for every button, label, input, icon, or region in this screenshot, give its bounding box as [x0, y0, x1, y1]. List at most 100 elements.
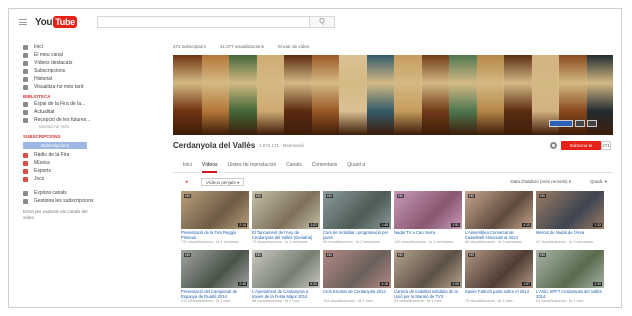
menu-icon[interactable]	[19, 19, 27, 25]
tab-0[interactable]: Inici	[183, 159, 192, 173]
tab-5[interactable]: Quant a	[347, 159, 365, 173]
video-thumbnail[interactable]: HD 2:39	[536, 250, 604, 288]
video-title[interactable]: L'Ajuntament de Cerdanyola a través de l…	[252, 289, 320, 299]
video-card[interactable]: HD 1:33 Mercat de Nadal de l'Àrea 47 visual…	[536, 191, 604, 247]
duration-badge: 3:02	[309, 223, 318, 227]
video-card[interactable]: HD 2:51 Nadal TV a Can Serra 120 visualitza…	[394, 191, 462, 247]
channel-links: 271 subscriptors 41.077 visualitzacions En…	[173, 37, 613, 55]
search-input[interactable]	[97, 16, 319, 28]
guide-item-label: Ràdio de la Fira	[34, 152, 70, 158]
video-thumbnail[interactable]: HD 3:18	[323, 250, 391, 288]
video-card[interactable]: HD 2:45 Presentació del Campionat de Espan…	[181, 250, 249, 306]
gear-icon[interactable]	[550, 142, 557, 149]
channel-icon	[23, 168, 28, 174]
video-title[interactable]: Nadal TV a Can Serra	[394, 230, 462, 240]
banner-panel	[200, 55, 229, 135]
uploads-dropdown[interactable]: Vídeos penjats ▾	[201, 178, 245, 186]
channel-icon	[23, 152, 28, 158]
guide-item[interactable]: Recepció de les futures...	[9, 116, 101, 124]
tab-2[interactable]: Llistes de reproducció	[227, 159, 276, 173]
tab-3[interactable]: Canals	[286, 159, 302, 173]
video-title[interactable]: Presentació del Campionat de Espanya de …	[181, 289, 249, 299]
channel-tabs: Inici Vídeos Llistes de reproducció Canals C…	[173, 159, 613, 173]
guide-item[interactable]: Subscripcions	[9, 67, 101, 75]
channel-page: 271 subscriptors 41.077 visualitzacions En…	[173, 37, 613, 307]
video-card[interactable]: HD 2:14 Presentació de la Fira Reggio Piri…	[181, 191, 249, 247]
guide-item[interactable]: Gestiona les subscripcions	[9, 197, 101, 205]
video-thumbnail[interactable]: HD 1:48	[323, 191, 391, 229]
guide-item[interactable]: Vídeos destacats	[9, 59, 101, 67]
tab-1[interactable]: Vídeos	[201, 159, 218, 173]
video-card[interactable]: HD 2:06 Carrera de mobilitat solidària de …	[394, 250, 462, 306]
video-title[interactable]: L'Antic SPFT Cerdanyola del Vallès 2014	[536, 289, 604, 299]
history-icon	[23, 76, 28, 82]
video-title[interactable]: El Tancament de l'Any de Cerdanyola del …	[252, 230, 320, 240]
masthead: You Tube Q	[9, 9, 621, 37]
video-title[interactable]: L'Assemblea Comarcal de Castellvell Asso…	[465, 230, 533, 240]
view-dropdown[interactable]: Quadr. ▾	[590, 178, 607, 186]
subscriptions-chip[interactable]: Subscripcions	[23, 142, 87, 149]
channel-link[interactable]: 41.077 visualitzacions	[220, 44, 264, 49]
video-thumbnail[interactable]: HD 4:10	[465, 191, 533, 229]
video-title[interactable]: Presentació de la Fira Reggio Pirineus	[181, 230, 249, 240]
hd-badge: HD	[539, 194, 547, 198]
guide-item[interactable]: Música	[9, 159, 101, 167]
guide-item[interactable]: Espai de la Fira de la...	[9, 100, 101, 108]
guide-item[interactable]: Explora canals	[9, 189, 101, 197]
guide-item[interactable]: Visualitza-ho més tard	[9, 83, 101, 91]
sort-dropdown[interactable]: Data d'addició (més recents) ▾	[506, 178, 575, 186]
video-card[interactable]: HD 1:48 Curs de mobilitat i programació pe…	[323, 191, 391, 247]
channel-title: Cerdanyola del Vallès	[173, 141, 256, 150]
guide-more-link[interactable]: Mostra-ne més	[9, 124, 101, 131]
guide-item-label: Espai de la Fira de la...	[34, 101, 86, 107]
video-thumbnail[interactable]: HD 2:06	[394, 250, 462, 288]
guide-item[interactable]: Ràdio de la Fira	[9, 151, 101, 159]
video-title[interactable]: Xavier Fabrich parla sobre el 2014	[465, 289, 533, 299]
guide-item[interactable]: Jocs	[9, 175, 101, 183]
hd-badge: HD	[539, 253, 547, 257]
guide-item[interactable]: Esports	[9, 167, 101, 175]
guide-item[interactable]: El meu canal	[9, 51, 101, 59]
video-thumbnail[interactable]: HD 2:14	[181, 191, 249, 229]
video-thumbnail[interactable]: HD 2:51	[394, 191, 462, 229]
video-filter-bar: ◂ Vídeos penjats ▾ Data d'addició (més r…	[173, 173, 613, 191]
video-title[interactable]: Curs de mobilitat i programació per jove…	[323, 230, 391, 240]
channel-link[interactable]: 271 subscriptors	[173, 44, 206, 49]
social-link-web[interactable]	[549, 120, 573, 127]
video-thumbnail[interactable]: HD 1:33	[536, 191, 604, 229]
video-card[interactable]: HD 5:20 L'Ajuntament de Cerdanyola a travé…	[252, 250, 320, 306]
search-button[interactable]: Q	[309, 16, 335, 28]
video-title[interactable]: Carrera de mobilitat solidària de la Uni…	[394, 289, 462, 299]
duration-badge: 2:14	[238, 223, 247, 227]
channel-link[interactable]: Enviar de vídeo	[278, 44, 309, 49]
video-card[interactable]: HD 1:57 Xavier Fabrich parla sobre el 2014…	[465, 250, 533, 306]
guide-item-label: Recepció de les futures...	[34, 117, 91, 123]
guide-item-label: Música	[34, 160, 50, 166]
subscribe-button[interactable]: Subscriu-te	[561, 141, 601, 150]
channel-icon	[23, 160, 28, 166]
video-title[interactable]: Mercat de Nadal de l'Àrea	[536, 230, 604, 240]
social-link-facebook[interactable]	[575, 120, 585, 127]
youtube-logo[interactable]: You Tube	[35, 16, 77, 28]
subscriptions-icon	[23, 68, 28, 74]
video-card[interactable]: HD 3:02 El Tancament de l'Any de Cerdanyol…	[252, 191, 320, 247]
video-thumbnail[interactable]: HD 2:45	[181, 250, 249, 288]
video-thumbnail[interactable]: HD 1:57	[465, 250, 533, 288]
video-card[interactable]: HD 2:39 L'Antic SPFT Cerdanyola del Vallès…	[536, 250, 604, 306]
guide-item[interactable]: Actualitat	[9, 108, 101, 116]
video-thumbnail[interactable]: HD 5:20	[252, 250, 320, 288]
guide-item[interactable]: Historial	[9, 75, 101, 83]
back-arrow-icon[interactable]: ◂	[185, 179, 188, 185]
guide-item-label: Gestiona les subscripcions	[34, 198, 94, 204]
social-link-twitter[interactable]	[587, 120, 597, 127]
video-meta: 61 visualitzacions · fa 1 mes	[536, 299, 584, 303]
video-card[interactable]: HD 4:10 L'Assemblea Comarcal de Castellvel…	[465, 191, 533, 247]
duration-badge: 2:39	[593, 282, 602, 286]
tab-4[interactable]: Comentaris	[312, 159, 338, 173]
hd-badge: HD	[326, 253, 334, 257]
guide-item[interactable]: Inici	[9, 43, 101, 51]
video-card[interactable]: HD 3:18 Cros Escolar de Cerdanyola 2014 104…	[323, 250, 391, 306]
video-thumbnail[interactable]: HD 3:02	[252, 191, 320, 229]
video-title[interactable]: Cros Escolar de Cerdanyola 2014	[323, 289, 391, 299]
subscriber-count: 271	[601, 141, 611, 150]
